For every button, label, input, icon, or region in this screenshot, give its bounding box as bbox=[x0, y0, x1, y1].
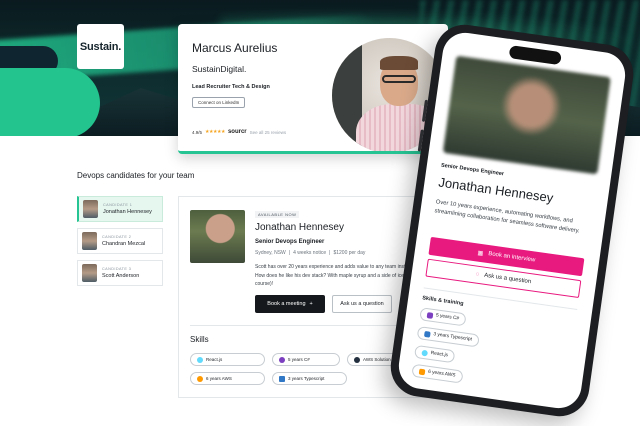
candidate-item-3[interactable]: CANDIDATE 3 Scott Anderson bbox=[77, 260, 163, 286]
rating-row: 4.9/5 ★★★★★ sourcr See all 25 reviews bbox=[192, 129, 286, 135]
aws-cert-icon bbox=[354, 356, 360, 363]
recruiter-name: Marcus Aurelius bbox=[192, 41, 278, 55]
plus-icon: + bbox=[309, 301, 313, 307]
candidate-list: CANDIDATE 1 Jonathan Hennesey CANDIDATE … bbox=[77, 196, 163, 292]
candidate-name: Chandran Mezcal bbox=[102, 241, 146, 247]
candidate-item-1[interactable]: CANDIDATE 1 Jonathan Hennesey bbox=[77, 196, 163, 222]
phone-notch bbox=[508, 45, 562, 66]
avatar bbox=[82, 264, 97, 282]
react-icon bbox=[197, 356, 203, 363]
typescript-icon bbox=[424, 330, 431, 338]
ask-question-button[interactable]: Ask us a question bbox=[332, 295, 392, 313]
phone-candidate-bio: Over 10 years experience, automating wor… bbox=[434, 199, 581, 235]
brand-logo[interactable]: Sustain. bbox=[77, 24, 124, 69]
skill-chip: 5 years C# bbox=[272, 353, 340, 366]
typescript-icon bbox=[279, 375, 285, 382]
avatar bbox=[83, 200, 98, 218]
phone-skills-list: 5 years C# 3 years Typescript React.js 6… bbox=[411, 307, 540, 393]
recruiter-card: Marcus Aurelius SustainDigital. Lead Rec… bbox=[178, 24, 448, 154]
skill-chip: 5 years C# bbox=[419, 307, 467, 327]
candidate-label: CANDIDATE 2 bbox=[102, 235, 132, 239]
aws-icon bbox=[197, 375, 203, 382]
skill-chip: 3 years Typescript bbox=[272, 372, 347, 385]
csharp-icon bbox=[279, 356, 285, 363]
status-badge: AVAILABLE NOW bbox=[255, 211, 300, 218]
brand-logo-text: Sustain. bbox=[79, 40, 122, 53]
divider bbox=[190, 325, 426, 326]
candidate-rate: $1200 per day bbox=[333, 250, 366, 256]
skill-chip: React.js bbox=[413, 344, 456, 364]
phone-candidate-photo bbox=[442, 55, 611, 175]
decor-green-shape bbox=[0, 68, 100, 136]
candidate-title: Senior Devops Engineer bbox=[255, 239, 325, 245]
recruiter-company: SustainDigital. bbox=[192, 64, 247, 74]
book-meeting-label: Book a meeting bbox=[267, 301, 306, 307]
ask-question-label: Ask us a question bbox=[340, 301, 384, 307]
section-title: Devops candidates for your team bbox=[77, 171, 195, 180]
star-rating-icon: ★★★★★ bbox=[205, 129, 225, 135]
rating-value: 4.9/5 bbox=[192, 129, 203, 135]
candidate-meta: Sydney, NSW | 4 weeks notice | $1200 per… bbox=[255, 250, 366, 256]
candidate-label: CANDIDATE 1 bbox=[103, 203, 133, 207]
csharp-icon bbox=[426, 311, 434, 319]
candidate-name-heading: Jonathan Hennesey bbox=[255, 222, 344, 233]
candidate-location: Sydney, NSW bbox=[255, 250, 286, 256]
book-meeting-button[interactable]: Book a meeting + bbox=[255, 295, 325, 313]
linkedin-button[interactable]: Connect on LinkedIn bbox=[192, 97, 246, 108]
recruiter-role: Lead Recruiter Tech & Design bbox=[192, 84, 270, 90]
aws-icon bbox=[418, 368, 426, 375]
chat-icon: ◌ bbox=[475, 271, 480, 278]
candidate-notice: 4 weeks notice bbox=[293, 250, 327, 256]
sourcr-logo: sourcr bbox=[227, 129, 247, 135]
phone-screen: Senior Devops Engineer Jonathan Hennesey… bbox=[395, 29, 629, 412]
skill-chip: 6 years AWS bbox=[411, 363, 464, 384]
candidate-name: Jonathan Hennesey bbox=[103, 209, 152, 215]
phone-skills-heading: Skills & training bbox=[421, 295, 464, 308]
react-icon bbox=[421, 349, 429, 357]
avatar bbox=[82, 232, 97, 250]
candidate-photo bbox=[190, 210, 245, 263]
calendar-icon: ▦ bbox=[477, 250, 484, 257]
reviews-link[interactable]: See all 25 reviews bbox=[250, 130, 287, 135]
skill-chip: 3 years Typescript bbox=[416, 326, 480, 348]
skills-heading: Skills bbox=[190, 335, 209, 344]
skill-chip: 6 years AWS bbox=[190, 372, 265, 385]
skill-chip: React.js bbox=[190, 353, 265, 366]
candidate-label: CANDIDATE 3 bbox=[102, 267, 132, 271]
candidate-item-2[interactable]: CANDIDATE 2 Chandran Mezcal bbox=[77, 228, 163, 254]
candidate-name: Scott Anderson bbox=[102, 273, 140, 279]
